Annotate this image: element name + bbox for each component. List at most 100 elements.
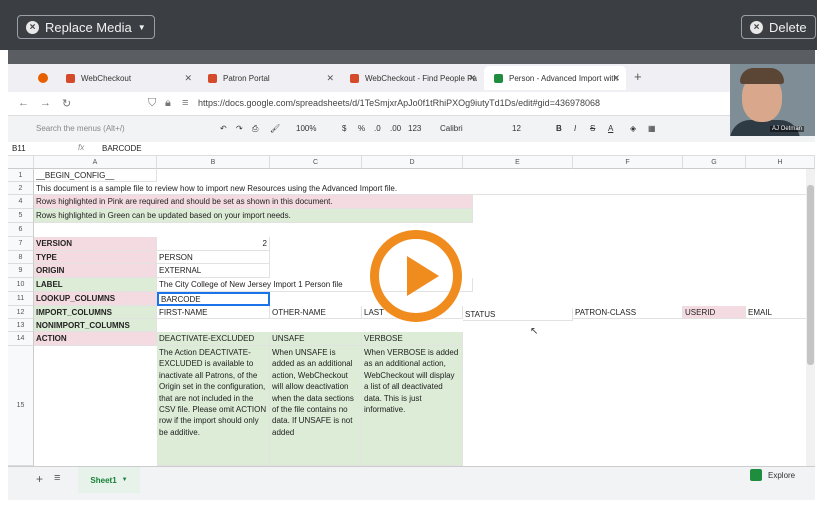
cell[interactable]: VERBOSE [362,332,463,346]
italic-button[interactable]: I [574,124,576,133]
font-size-select[interactable]: 12 [512,124,521,133]
text-color-button[interactable]: A [608,124,613,133]
cell[interactable]: LOOKUP_COLUMNS [34,292,157,306]
menu-search-input[interactable]: Search the menus (Alt+/) [32,121,212,137]
add-sheet-icon[interactable]: + [36,472,43,486]
name-box[interactable]: B11 [12,144,26,153]
row-header[interactable]: 8 [8,251,34,264]
row-header[interactable]: 4 [8,195,34,209]
close-icon[interactable]: ✕ [468,73,476,84]
format-select[interactable]: 123 [408,124,421,133]
cell[interactable]: VERSION [34,237,157,251]
explore-button[interactable]: Explore [750,469,795,481]
new-tab-icon[interactable]: + [634,69,642,84]
formula-input[interactable]: BARCODE [102,144,142,153]
row-header[interactable]: 6 [8,223,34,237]
cell[interactable]: FIRST-NAME [157,306,270,319]
cell[interactable]: This document is a sample file to review… [34,182,815,195]
play-button[interactable] [370,230,462,322]
borders-icon[interactable]: ▦ [648,124,656,133]
all-sheets-icon[interactable]: ≡ [54,472,60,484]
cell-selected[interactable]: BARCODE [157,292,270,306]
column-header[interactable]: B [157,156,270,169]
row-header[interactable]: 5 [8,209,34,223]
browser-tab[interactable]: WebCheckout ✕ [56,66,198,90]
browser-tab[interactable]: Patron Portal ✕ [198,66,340,90]
cell[interactable]: NONIMPORT_COLUMNS [34,319,157,332]
fill-color-icon[interactable]: ◈ [630,124,636,133]
cell[interactable]: When VERBOSE is added as an additional a… [362,346,463,466]
delete-button[interactable]: × Delete [741,15,816,39]
row-header[interactable]: 10 [8,278,34,292]
reload-icon[interactable]: ↻ [62,97,71,110]
cell[interactable]: EXTERNAL [157,264,270,278]
font-select[interactable]: Calibri [440,124,500,133]
row-header[interactable]: 12 [8,306,34,319]
cell[interactable]: OTHER-NAME [270,306,362,319]
cell[interactable]: PERSON [157,251,270,264]
cell[interactable]: __BEGIN_CONFIG__ [34,169,157,182]
row-header[interactable]: 2 [8,182,34,195]
paint-format-icon[interactable]: 🖌︎ [270,124,280,133]
column-header[interactable]: D [362,156,463,169]
row-header[interactable]: 7 [8,237,34,251]
formula-bar: B11 fx BARCODE [8,142,815,156]
cell[interactable]: PATRON-CLASS [573,306,683,319]
close-icon[interactable]: ✕ [326,73,334,84]
print-icon[interactable]: ⎙ [252,124,258,134]
permissions-icon[interactable]: ≡ [182,97,188,109]
corner-header[interactable] [8,156,34,169]
chevron-down-icon: ▼ [121,477,128,483]
replace-media-button[interactable]: × Replace Media ▼ [17,15,155,39]
increase-decimal-button[interactable]: .00 [390,124,401,133]
vertical-scrollbar[interactable] [806,169,815,466]
url-field[interactable]: https://docs.google.com/spreadsheets/d/1… [198,98,600,108]
currency-button[interactable]: $ [342,124,346,133]
back-icon[interactable]: ← [18,97,29,109]
cell[interactable]: Rows highlighted in Pink are required an… [34,195,473,209]
row-header[interactable]: 14 [8,332,34,346]
lock-icon[interactable]: 🔒︎ [165,97,171,110]
row-header[interactable]: 9 [8,264,34,278]
row-header[interactable]: 11 [8,292,34,306]
column-header[interactable]: G [683,156,746,169]
strikethrough-button[interactable]: S [590,124,595,133]
cell[interactable]: ORIGIN [34,264,157,278]
undo-icon[interactable]: ↶ [220,124,227,133]
cell[interactable]: TYPE [34,251,157,264]
column-header[interactable]: A [34,156,157,169]
cell[interactable]: Rows highlighted in Green can be updated… [34,209,473,223]
shield-icon[interactable]: ⛉ [148,97,156,110]
redo-icon[interactable]: ↷ [236,124,243,133]
tab-sheet1[interactable]: Sheet1 ▼ [78,467,140,493]
cell[interactable]: ACTION [34,332,157,346]
forward-icon[interactable]: → [40,97,51,109]
column-header[interactable]: E [463,156,573,169]
video-frame[interactable]: WebCheckout ✕ Patron Portal ✕ WebCheckou… [8,50,815,500]
percent-button[interactable]: % [358,124,365,133]
cell[interactable]: USERID [683,306,746,319]
cell[interactable]: DEACTIVATE-EXCLUDED [157,332,270,346]
close-icon[interactable]: ✕ [184,73,192,84]
bold-button[interactable]: B [556,124,562,133]
decrease-decimal-button[interactable]: .0 [374,124,381,133]
column-header[interactable]: H [746,156,815,169]
cell[interactable]: The Action DEACTIVATE-EXCLUDED is availa… [157,346,270,466]
column-header[interactable]: C [270,156,362,169]
cell[interactable]: UNSAFE [270,332,362,346]
close-icon[interactable]: ✕ [612,73,620,84]
cell[interactable]: LABEL [34,278,157,292]
zoom-select[interactable]: 100% [296,124,316,133]
column-header[interactable]: F [573,156,683,169]
cell[interactable]: When UNSAFE is added as an additional ac… [270,346,362,466]
row-header[interactable]: 13 [8,319,34,332]
cell[interactable]: EMAIL [746,306,815,319]
row-header[interactable]: 1 [8,169,34,182]
row-header[interactable]: 15 [8,346,34,466]
cell[interactable]: 2 [157,237,270,251]
scrollbar-thumb[interactable] [807,185,814,365]
cell[interactable]: IMPORT_COLUMNS [34,306,157,319]
browser-tab[interactable]: WebCheckout - Find People Pa ✕ [340,66,482,90]
browser-tab-active[interactable]: Person - Advanced Import with ✕ [484,66,626,90]
cell[interactable]: STATUS [463,308,573,321]
